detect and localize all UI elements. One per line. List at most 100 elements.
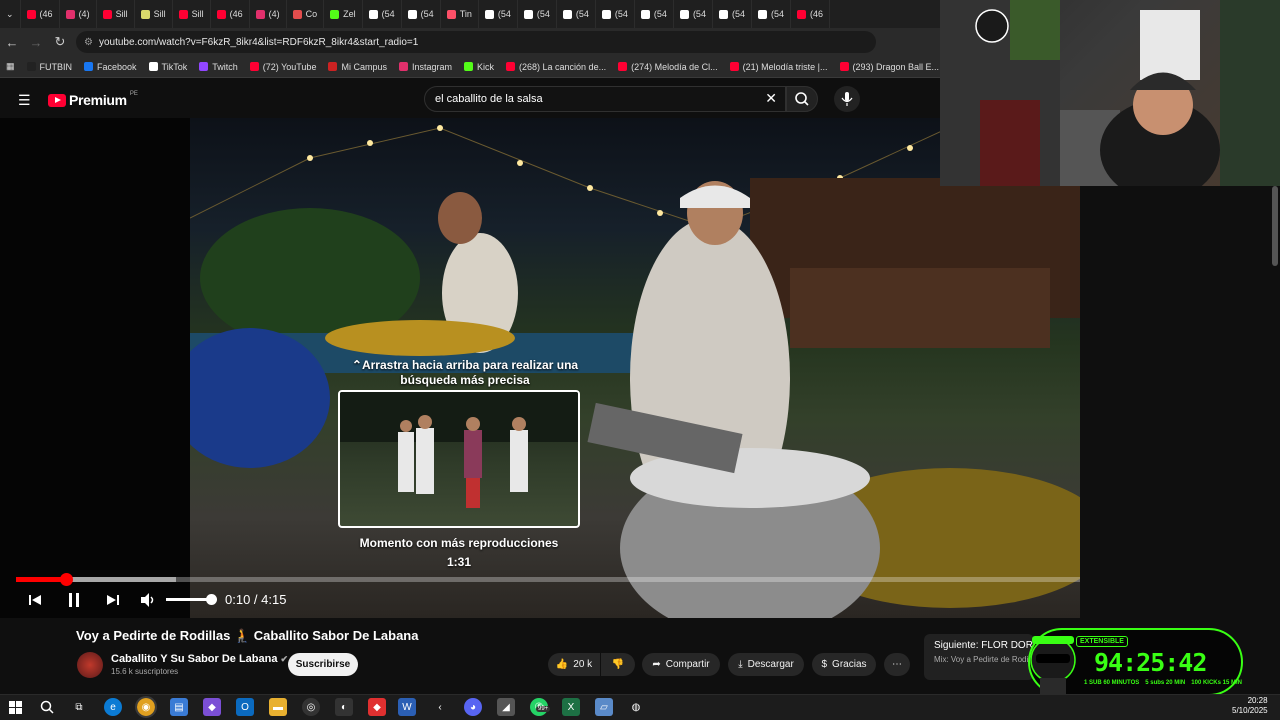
tab-favicon-icon <box>601 9 611 19</box>
timer-rules: 1 SUB 60 MINUTOS 5 subs 20 MIN 100 KICKs… <box>1084 680 1242 686</box>
thanks-button[interactable]: $ Gracias <box>812 653 876 676</box>
bookmark-label: (21) Melodía triste |... <box>742 61 828 72</box>
taskbar-search-icon[interactable] <box>38 698 56 716</box>
browser-tab[interactable]: Sill <box>97 0 135 28</box>
next-icon[interactable] <box>102 588 124 612</box>
tab-menu-button[interactable]: ⌄ <box>0 0 21 28</box>
up-next-card[interactable]: Siguiente: FLOR DOR Mix: Voy a Pedirte d… <box>924 634 1034 680</box>
browser-tab[interactable]: (46 <box>791 0 830 28</box>
word-icon[interactable]: W <box>398 698 416 716</box>
back-icon[interactable]: ← <box>0 35 24 50</box>
browser-tab[interactable]: (54 <box>635 0 674 28</box>
apps-icon[interactable]: ▦ <box>0 61 21 72</box>
page-scrollbar[interactable] <box>1272 186 1278 266</box>
bookmark-item[interactable]: (268) La canción de... <box>500 62 612 72</box>
menu-icon[interactable]: ☰ <box>18 92 31 109</box>
browser-tab[interactable]: (54 <box>713 0 752 28</box>
outlook-icon[interactable]: O <box>236 698 254 716</box>
scrubber-handle[interactable] <box>60 573 73 586</box>
search-input[interactable]: el caballito de la salsa ✕ <box>424 86 786 112</box>
sidebar-panel <box>1080 186 1280 618</box>
browser-tab[interactable]: (4) <box>250 0 287 28</box>
site-info-icon[interactable]: ⚙ <box>84 37 93 48</box>
volume-knob[interactable] <box>206 594 217 605</box>
download-button[interactable]: ⤓ Descargar <box>728 653 804 676</box>
progress-bar[interactable] <box>16 577 1254 582</box>
like-button[interactable]: 👍 20 k <box>548 653 600 676</box>
app-icon-3[interactable]: ◆ <box>368 698 386 716</box>
pause-icon[interactable] <box>62 588 86 612</box>
bookmark-item[interactable]: (72) YouTube <box>244 62 323 72</box>
obs-icon[interactable]: ◎ <box>302 698 320 716</box>
windows-start-icon[interactable] <box>6 698 24 716</box>
app-icon-6[interactable]: ▱ <box>595 698 613 716</box>
task-view-icon[interactable]: ⧉ <box>70 698 88 716</box>
browser-tab[interactable]: Sill <box>135 0 173 28</box>
clear-search-icon[interactable]: ✕ <box>765 90 777 107</box>
share-button[interactable]: ➦ Compartir <box>642 653 720 676</box>
bookmark-item[interactable]: (293) Dragon Ball E... <box>834 62 941 72</box>
channel-avatar[interactable] <box>77 652 103 678</box>
subscribe-button[interactable]: Suscribirse <box>288 653 358 676</box>
tab-favicon-icon <box>102 9 112 19</box>
app-icon-5[interactable]: ◢ <box>497 698 515 716</box>
dislike-button[interactable]: 👎 <box>601 653 635 676</box>
discord-icon[interactable]: ◕ <box>464 698 482 716</box>
system-clock[interactable]: 20:28 5/10/2025 <box>1232 696 1268 716</box>
youtube-play-icon <box>48 93 66 107</box>
browser-tab[interactable]: (54 <box>596 0 635 28</box>
bookmark-item[interactable]: Facebook <box>78 62 143 72</box>
browser-tab[interactable]: (46 <box>21 0 60 28</box>
browser-tab[interactable]: (46 <box>211 0 250 28</box>
more-actions-icon[interactable]: ⋯ <box>884 653 910 676</box>
bookmark-label: FUTBIN <box>39 61 73 72</box>
chrome-icon[interactable]: ◉ <box>135 696 157 718</box>
browser-tab[interactable]: (4) <box>60 0 97 28</box>
bookmark-item[interactable]: FUTBIN <box>21 62 79 72</box>
edge-icon[interactable]: e <box>104 698 122 716</box>
browser-tab[interactable]: Sill <box>173 0 211 28</box>
whatsapp-icon[interactable]: ✆99+ <box>530 698 551 716</box>
browser-tab[interactable]: (54 <box>479 0 518 28</box>
bookmark-item[interactable]: (274) Melodía de Cl... <box>612 62 724 72</box>
browser-tab[interactable]: (54 <box>557 0 596 28</box>
browser-tab[interactable]: Tin <box>441 0 479 28</box>
bookmark-favicon-icon <box>506 62 516 71</box>
browser-tab[interactable]: Co <box>287 0 325 28</box>
store-icon[interactable]: ▤ <box>170 698 188 716</box>
search-button[interactable] <box>786 86 818 112</box>
app-icon-4[interactable]: ‹ <box>431 698 449 716</box>
volume-icon[interactable] <box>136 588 160 612</box>
browser-tab[interactable]: (54 <box>674 0 713 28</box>
bookmark-label: Twitch <box>212 61 238 72</box>
browser-tab[interactable]: (54 <box>752 0 791 28</box>
previous-icon[interactable] <box>24 588 46 612</box>
browser-tab[interactable]: (54 <box>518 0 557 28</box>
file-explorer-icon[interactable]: ▬ <box>269 698 287 716</box>
bookmark-item[interactable]: Kick <box>458 62 500 72</box>
tab-label: Sill <box>115 9 128 19</box>
bookmark-label: (293) Dragon Ball E... <box>852 61 940 72</box>
browser-tab[interactable]: (54 <box>402 0 441 28</box>
forward-icon[interactable]: → <box>24 35 48 50</box>
url-field[interactable]: ⚙ youtube.com/watch?v=F6kzR_8ikr4&list=RD… <box>76 31 876 53</box>
browser-tab[interactable]: Zel <box>324 0 363 28</box>
browser-tab[interactable]: (54 <box>363 0 402 28</box>
app-icon-2[interactable]: ◐ <box>335 698 353 716</box>
clock-date: 5/10/2025 <box>1232 706 1268 715</box>
excel-icon[interactable]: X <box>562 698 580 716</box>
app-icon-7[interactable]: ◍ <box>627 698 645 716</box>
youtube-logo[interactable]: Premium PE <box>48 91 138 108</box>
bookmark-item[interactable]: Instagram <box>393 62 458 72</box>
bookmark-item[interactable]: TikTok <box>143 62 194 72</box>
bookmark-item[interactable]: (21) Melodía triste |... <box>724 62 834 72</box>
reload-icon[interactable]: ↻ <box>48 34 72 50</box>
bookmark-item[interactable]: Twitch <box>193 62 244 72</box>
voice-search-button[interactable] <box>834 86 860 112</box>
timer-countdown: 94:25:42 <box>1094 648 1207 677</box>
channel-name[interactable]: Caballito Y Su Sabor De Labana ✔ <box>111 653 288 665</box>
bookmark-item[interactable]: Mi Campus <box>322 62 393 72</box>
tab-favicon-icon <box>255 9 265 19</box>
app-icon[interactable]: ◆ <box>203 698 221 716</box>
tab-label: Sill <box>191 9 204 19</box>
